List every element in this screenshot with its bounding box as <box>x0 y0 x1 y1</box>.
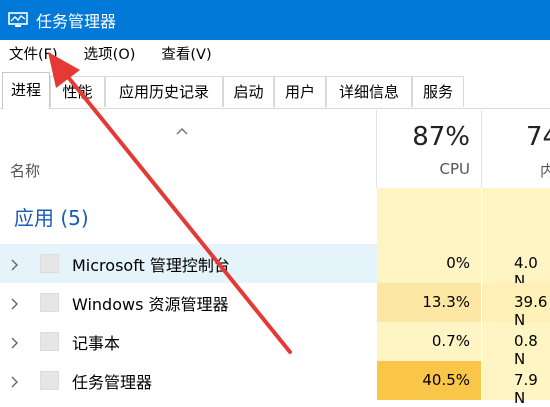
title-bar[interactable]: 任务管理器 <box>0 0 550 40</box>
window-title: 任务管理器 <box>36 12 117 31</box>
tab-details[interactable]: 详细信息 <box>326 76 412 107</box>
app-icon <box>40 293 59 312</box>
process-name: 任务管理器 <box>72 373 153 392</box>
cpu-total-percent[interactable]: 87% <box>412 122 470 152</box>
column-header-memory[interactable]: 内 <box>540 160 550 181</box>
column-header-cpu[interactable]: CPU <box>440 160 471 178</box>
tab-users[interactable]: 用户 <box>274 76 326 107</box>
chevron-right-icon[interactable] <box>10 373 18 392</box>
column-divider <box>481 110 482 188</box>
menu-view[interactable]: 查看(V) <box>154 43 218 67</box>
process-name: Windows 资源管理器 <box>72 295 229 314</box>
tab-processes[interactable]: 进程 <box>2 72 50 109</box>
process-name: Microsoft 管理控制台 <box>72 256 230 275</box>
process-memory: 7.9 N <box>514 371 538 407</box>
column-header-name[interactable]: 名称 <box>10 160 40 181</box>
tab-startup[interactable]: 启动 <box>223 76 274 107</box>
process-row[interactable]: Microsoft 管理控制台 0% 4.0 N <box>0 244 550 290</box>
process-name: 记事本 <box>72 334 121 353</box>
menu-options[interactable]: 选项(O) <box>77 43 143 67</box>
tab-services[interactable]: 服务 <box>412 76 464 107</box>
group-heading-apps: 应用 (5) <box>14 206 89 230</box>
tab-performance[interactable]: 性能 <box>50 76 105 107</box>
process-row[interactable]: 记事本 0.7% 0.8 N <box>0 322 550 368</box>
chevron-right-icon[interactable] <box>10 295 18 314</box>
memory-total-percent[interactable]: 74 <box>526 122 550 152</box>
process-cpu: 13.3% <box>422 293 470 311</box>
process-cpu: 40.5% <box>422 371 470 389</box>
sort-ascending-icon[interactable] <box>176 120 188 139</box>
menu-file[interactable]: 文件(F) <box>2 43 65 67</box>
app-icon <box>40 371 59 390</box>
chevron-right-icon[interactable] <box>10 334 18 353</box>
tab-app-history[interactable]: 应用历史记录 <box>105 76 223 107</box>
process-cpu: 0% <box>446 254 470 272</box>
chevron-right-icon[interactable] <box>10 256 18 275</box>
tab-strip: 进程 性能 应用历史记录 启动 用户 详细信息 服务 <box>0 72 550 109</box>
menu-bar: 文件(F) 选项(O) 查看(V) <box>0 40 550 70</box>
column-divider <box>376 110 377 188</box>
process-cpu: 0.7% <box>431 332 470 350</box>
process-row[interactable]: Windows 资源管理器 13.3% 39.6 N <box>0 283 550 329</box>
app-icon <box>40 332 59 351</box>
process-row[interactable]: 任务管理器 40.5% 7.9 N <box>0 361 550 407</box>
task-manager-icon <box>8 12 28 28</box>
app-icon <box>40 254 59 273</box>
